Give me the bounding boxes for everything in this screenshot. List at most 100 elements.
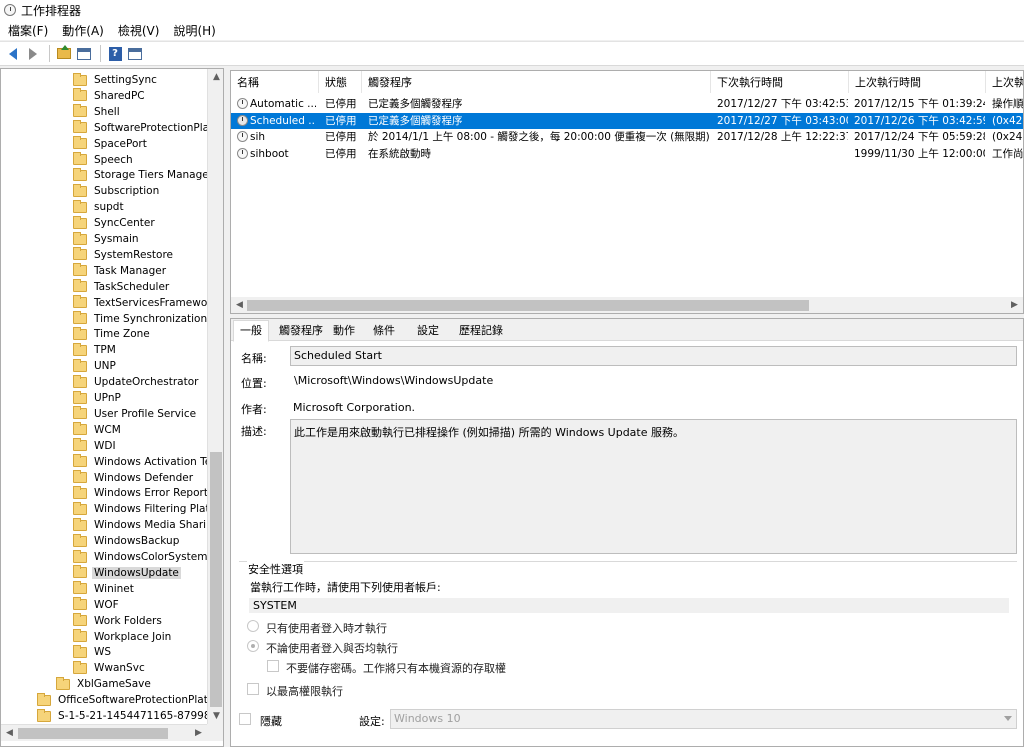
column-header-next-run[interactable]: 下次執行時間 <box>711 71 849 93</box>
tree-item[interactable]: Work Folders <box>73 613 164 629</box>
tree-item[interactable]: Windows Error Reportin <box>73 485 207 501</box>
name-field[interactable]: Scheduled Start <box>290 346 1017 366</box>
scroll-left-arrow-icon[interactable]: ◀ <box>231 297 248 313</box>
tree-item[interactable]: Subscription <box>73 183 161 199</box>
folder-icon <box>73 454 87 468</box>
folder-icon <box>73 485 87 499</box>
tree-item[interactable]: SyncCenter <box>73 215 157 231</box>
hidden-checkbox[interactable] <box>239 713 251 725</box>
tree-item[interactable]: TextServicesFramework <box>73 295 207 311</box>
task-row[interactable]: Automatic ... 已停用 已定義多個觸發程序 2017/12/27 下午 0… <box>231 96 1023 112</box>
tree-item[interactable]: Time Synchronization <box>73 311 207 327</box>
folder-icon <box>73 660 87 674</box>
tree-item[interactable]: SpacePort <box>73 136 149 152</box>
tree-item[interactable]: Task Manager <box>73 263 168 279</box>
tree-item[interactable]: S-1-5-21-1454471165-879983 <box>37 708 207 724</box>
task-name: Scheduled ... <box>250 114 316 127</box>
tree-item[interactable]: SystemRestore <box>73 247 175 263</box>
tree-item[interactable]: Time Zone <box>73 326 152 342</box>
tree-item[interactable]: WindowsUpdate <box>73 565 181 581</box>
tree-item-label: SpacePort <box>94 137 147 150</box>
task-next-run: 2017/12/27 下午 03:43:00 <box>717 114 848 127</box>
tree-item[interactable]: SharedPC <box>73 88 147 104</box>
scroll-down-arrow-icon[interactable]: ▼ <box>208 708 223 724</box>
forward-button[interactable] <box>24 45 42 63</box>
run-as-user-field[interactable]: SYSTEM <box>249 598 1009 613</box>
tree-horizontal-scrollbar[interactable]: ◀ ▶ <box>1 724 207 741</box>
column-header-status[interactable]: 狀態 <box>319 71 362 93</box>
tree-item[interactable]: WwanSvc <box>73 660 147 676</box>
tab-history[interactable]: 歷程記錄 <box>453 322 509 341</box>
toolbar: ? <box>0 41 1024 66</box>
tree-vertical-scroll-thumb[interactable] <box>210 452 222 707</box>
tree-item[interactable]: SoftwareProtectionPlat <box>73 120 207 136</box>
run-logged-on-radio[interactable] <box>247 620 259 632</box>
menu-action[interactable]: 動作(A) <box>62 22 104 39</box>
tab-actions[interactable]: 動作 <box>327 322 361 341</box>
tree-item[interactable]: WindowsColorSystem <box>73 549 207 565</box>
tree-item[interactable]: OfficeSoftwareProtectionPlatf <box>37 692 207 708</box>
back-button[interactable] <box>4 45 22 63</box>
tab-general[interactable]: 一般 <box>233 320 269 342</box>
scroll-left-arrow-icon[interactable]: ◀ <box>1 725 18 741</box>
tree-item[interactable]: WindowsBackup <box>73 533 181 549</box>
tree-item-label: Windows Media Sharin <box>94 519 207 532</box>
tree-item-label: supdt <box>94 201 124 214</box>
tree-item[interactable]: Windows Filtering Platfo <box>73 501 207 517</box>
description-field[interactable]: 此工作是用來啟動執行已排程操作 (例如掃描) 所需的 Windows Updat… <box>290 419 1017 554</box>
run-highest-privileges-checkbox[interactable] <box>247 683 259 695</box>
column-header-name[interactable]: 名稱 <box>231 71 319 93</box>
tree-item[interactable]: WS <box>73 644 113 660</box>
scroll-right-arrow-icon[interactable]: ▶ <box>190 725 207 741</box>
tree-item[interactable]: Windows Media Sharin <box>73 517 207 533</box>
scroll-right-arrow-icon[interactable]: ▶ <box>1006 297 1023 313</box>
tree-item[interactable]: SettingSync <box>73 72 159 88</box>
task-list-horizontal-scroll-thumb[interactable] <box>247 300 809 311</box>
tree-item[interactable]: XblGameSave <box>56 676 153 692</box>
menu-file[interactable]: 檔案(F) <box>8 22 48 39</box>
tree-item[interactable]: Speech <box>73 152 135 168</box>
column-header-last-result[interactable]: 上次執 <box>986 71 1023 93</box>
tree-horizontal-scroll-thumb[interactable] <box>18 728 168 739</box>
tree-item[interactable]: Storage Tiers Manager <box>73 167 207 183</box>
tree-item[interactable]: WOF <box>73 597 121 613</box>
tree-item[interactable]: TaskScheduler <box>73 279 171 295</box>
do-not-store-password-checkbox[interactable] <box>267 660 279 672</box>
up-one-level-button[interactable] <box>55 45 73 63</box>
task-status: 已停用 <box>325 147 357 160</box>
tree-item[interactable]: WCM <box>73 422 123 438</box>
run-whether-logged-radio[interactable] <box>247 640 259 652</box>
tree-item[interactable]: supdt <box>73 199 126 215</box>
task-list-horizontal-scrollbar[interactable]: ◀ ▶ <box>231 297 1023 313</box>
tree-item[interactable]: Sysmain <box>73 231 141 247</box>
tree-item[interactable]: UpdateOrchestrator <box>73 374 200 390</box>
scroll-up-arrow-icon[interactable]: ▲ <box>208 69 223 85</box>
tree-item[interactable]: Workplace Join <box>73 629 173 645</box>
configure-for-select[interactable]: Windows 10 <box>390 709 1017 729</box>
task-name: sih <box>250 131 266 143</box>
tree-item[interactable]: UNP <box>73 358 118 374</box>
help-button[interactable]: ? <box>106 45 124 63</box>
tree-item[interactable]: Wininet <box>73 581 136 597</box>
menu-view[interactable]: 檢視(V) <box>118 22 160 39</box>
column-header-triggers[interactable]: 觸發程序 <box>362 71 711 93</box>
tab-settings[interactable]: 設定 <box>411 322 445 341</box>
tab-triggers[interactable]: 觸發程序 <box>273 322 329 341</box>
column-header-last-run[interactable]: 上次執行時間 <box>849 71 986 93</box>
menu-help[interactable]: 說明(H) <box>173 22 215 39</box>
show-hide-console-tree-button[interactable] <box>75 45 93 63</box>
tree-item-label: TaskScheduler <box>94 280 170 293</box>
tree-item[interactable]: TPM <box>73 342 118 358</box>
task-row[interactable]: Scheduled ... 已停用 已定義多個觸發程序 2017/12/27 下午 0… <box>231 112 1023 129</box>
tree-item[interactable]: UPnP <box>73 390 123 406</box>
task-row[interactable]: sih 已停用於 2014/1/1 上午 08:00 - 觸發之後，每 20:00… <box>231 129 1023 145</box>
tab-conditions[interactable]: 條件 <box>367 322 401 341</box>
tree-item[interactable]: Windows Activation Tec <box>73 454 207 470</box>
tree-vertical-scrollbar[interactable]: ▲ ▼ <box>207 69 223 724</box>
tree-item[interactable]: Shell <box>73 104 122 120</box>
tree-item[interactable]: Windows Defender <box>73 470 195 486</box>
tree-item[interactable]: User Profile Service <box>73 406 198 422</box>
tree-item[interactable]: WDI <box>73 438 118 454</box>
task-row[interactable]: sihboot 已停用 在系統啟動時 1999/11/30 上午 12:00:00 工作… <box>231 146 1023 162</box>
show-hide-action-pane-button[interactable] <box>126 45 144 63</box>
